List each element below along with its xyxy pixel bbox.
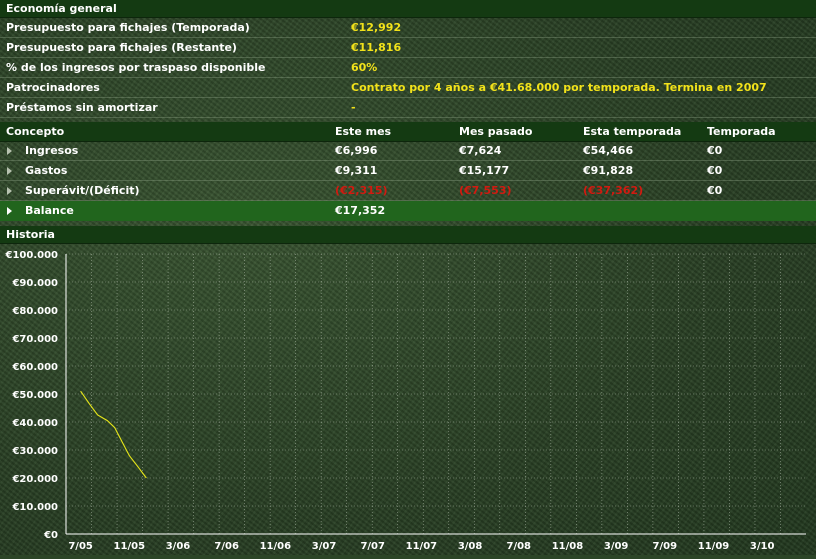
- row-concept: Ingresos: [25, 144, 79, 157]
- cell-this-month: €9,311: [335, 164, 378, 177]
- overview-row-transfer-percent: % de los ingresos por traspaso disponibl…: [0, 58, 816, 78]
- cell-season: €0: [707, 184, 723, 197]
- overview-header: Economía general: [0, 0, 816, 18]
- cell-last-month: (€7,553): [459, 184, 512, 197]
- cell-last-month: €7,624: [459, 144, 502, 157]
- x-tick-label: 7/06: [214, 541, 239, 552]
- cell-this-season: €54,466: [583, 144, 634, 157]
- history-header: Historia: [0, 226, 816, 244]
- y-tick-label: €0: [43, 530, 58, 541]
- x-tick-label: 7/07: [360, 541, 385, 552]
- finance-table-header: Concepto Este mes Mes pasado Esta tempor…: [0, 122, 816, 142]
- overview-row-budget-season: Presupuesto para fichajes (Temporada) €1…: [0, 18, 816, 38]
- x-tick-label: 3/09: [604, 541, 629, 552]
- column-header-this-season: Esta temporada: [583, 125, 682, 138]
- x-tick-label: 3/07: [312, 541, 337, 552]
- overview-label: Patrocinadores: [6, 81, 100, 94]
- y-tick-label: €40.000: [11, 418, 58, 429]
- x-tick-label: 3/10: [750, 541, 775, 552]
- x-tick-label: 11/07: [406, 541, 438, 552]
- row-concept: Gastos: [25, 164, 68, 177]
- overview-value: Contrato por 4 años a €41.68.000 por tem…: [351, 81, 767, 94]
- x-tick-label: 11/09: [698, 541, 730, 552]
- finance-row-balance[interactable]: Balance €17,352: [0, 201, 816, 221]
- overview-label: Presupuesto para fichajes (Temporada): [6, 21, 250, 34]
- cell-last-month: €15,177: [459, 164, 510, 177]
- y-tick-label: €50.000: [11, 390, 58, 401]
- overview-row-loans: Préstamos sin amortizar -: [0, 98, 816, 118]
- row-concept: Balance: [25, 204, 74, 217]
- column-header-this-month: Este mes: [335, 125, 392, 138]
- cell-season: €0: [707, 164, 723, 177]
- cell-this-month: €6,996: [335, 144, 378, 157]
- overview-row-budget-remaining: Presupuesto para fichajes (Restante) €11…: [0, 38, 816, 58]
- overview-value: -: [351, 101, 356, 114]
- y-tick-label: €60.000: [11, 362, 58, 373]
- overview-value: €12,992: [351, 21, 402, 34]
- overview-row-sponsors: Patrocinadores Contrato por 4 años a €41…: [0, 78, 816, 98]
- y-tick-label: €20.000: [11, 474, 58, 485]
- expand-arrow-icon[interactable]: [7, 207, 12, 215]
- cell-balance-value: €17,352: [335, 204, 386, 217]
- y-tick-label: €70.000: [11, 334, 58, 345]
- cell-this-month: (€2,315): [335, 184, 388, 197]
- overview-value: 60%: [351, 61, 378, 74]
- y-tick-label: €90.000: [11, 278, 58, 289]
- finance-row-expenses[interactable]: Gastos €9,311 €15,177 €91,828 €0: [0, 161, 816, 181]
- overview-label: Presupuesto para fichajes (Restante): [6, 41, 237, 54]
- overview-value: €11,816: [351, 41, 402, 54]
- cell-this-season: (€37,362): [583, 184, 644, 197]
- x-tick-label: 11/05: [114, 541, 146, 552]
- y-tick-label: €30.000: [11, 446, 58, 457]
- x-tick-label: 7/05: [68, 541, 93, 552]
- x-tick-label: 7/09: [653, 541, 678, 552]
- expand-arrow-icon[interactable]: [7, 147, 12, 155]
- history-chart: €100.000 €90.000 €80.000 €70.000 €60.000 €50.…: [0, 244, 816, 555]
- x-tick-label: 11/08: [552, 541, 584, 552]
- x-tick-label: 7/08: [506, 541, 531, 552]
- row-concept: Superávit/(Déficit): [25, 184, 140, 197]
- column-header-concept: Concepto: [6, 125, 65, 138]
- history-line-chart: €100.000 €90.000 €80.000 €70.000 €60.000 €50.…: [4, 250, 806, 552]
- finance-row-surplus[interactable]: Superávit/(Déficit) (€2,315) (€7,553) (€…: [0, 181, 816, 201]
- expand-arrow-icon[interactable]: [7, 167, 12, 175]
- x-tick-label: 11/06: [260, 541, 292, 552]
- finance-row-income[interactable]: Ingresos €6,996 €7,624 €54,466 €0: [0, 141, 816, 161]
- x-tick-label: 3/08: [458, 541, 483, 552]
- overview-label: Préstamos sin amortizar: [6, 101, 158, 114]
- expand-arrow-icon[interactable]: [7, 187, 12, 195]
- x-tick-label: 3/06: [166, 541, 191, 552]
- cell-season: €0: [707, 144, 723, 157]
- y-tick-label: €80.000: [11, 306, 58, 317]
- series-line: [80, 390, 147, 479]
- y-tick-label: €10.000: [11, 502, 58, 513]
- column-header-last-month: Mes pasado: [459, 125, 533, 138]
- cell-this-season: €91,828: [583, 164, 634, 177]
- y-tick-label: €100.000: [4, 250, 58, 261]
- column-header-season: Temporada: [707, 125, 776, 138]
- overview-label: % de los ingresos por traspaso disponibl…: [6, 61, 266, 74]
